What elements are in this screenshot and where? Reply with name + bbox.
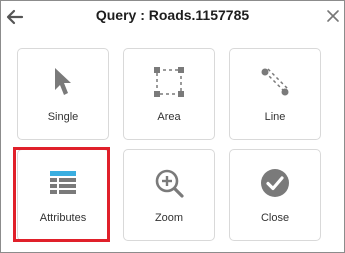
zoom-in-icon	[155, 169, 184, 198]
dashed-line-icon	[261, 68, 289, 96]
check-circle-icon	[261, 169, 289, 197]
dialog-header: Query : Roads.1157785	[1, 1, 344, 33]
tool-label: Single	[47, 111, 79, 123]
tool-line[interactable]: Line	[229, 48, 321, 140]
tool-label: Zoom	[154, 212, 184, 224]
selection-highlight	[13, 147, 110, 242]
tool-single[interactable]: Single	[17, 48, 109, 140]
tool-label: Close	[260, 212, 290, 224]
tool-label: Area	[157, 111, 181, 123]
close-icon	[327, 10, 339, 22]
cursor-pointer-icon	[55, 68, 71, 95]
tool-zoom[interactable]: Zoom	[123, 149, 215, 241]
tool-close[interactable]: Close	[229, 149, 321, 241]
close-button[interactable]	[325, 8, 341, 24]
tool-area[interactable]: Area	[123, 48, 215, 140]
query-dialog: Query : Roads.1157785 Single Area Line A…	[0, 0, 345, 253]
dashed-rectangle-icon	[154, 67, 184, 97]
tool-label: Line	[264, 111, 286, 123]
dialog-title: Query : Roads.1157785	[95, 7, 250, 23]
